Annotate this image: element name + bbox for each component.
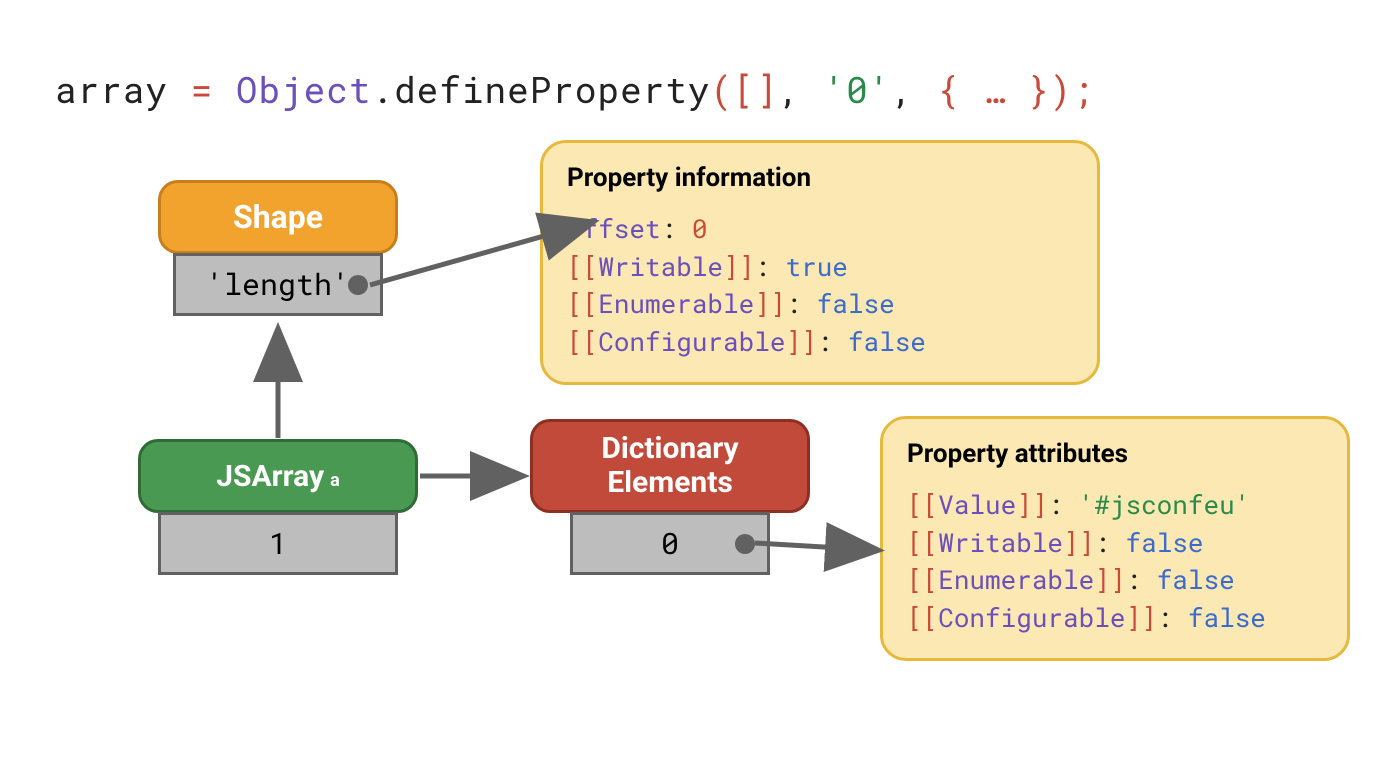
offset-line: Offset: 0 — [567, 211, 1073, 249]
attr-enumerable-key: Enumerable — [938, 563, 1094, 597]
code-arg1: [] — [733, 65, 778, 113]
shape-label: Shape — [233, 198, 323, 236]
property-information-title: Property information — [567, 163, 1073, 193]
attr-writable-val: false — [1125, 526, 1203, 560]
configurable-val: false — [848, 325, 926, 359]
attr-enumerable-val: false — [1157, 563, 1235, 597]
jsarray-value-cell: 1 — [158, 512, 398, 575]
jsarray-label: JSArray — [216, 459, 324, 494]
dictionary-elements-box: Dictionary Elements — [530, 419, 810, 513]
attr-configurable-key: Configurable — [938, 601, 1125, 635]
code-array: array — [55, 65, 168, 113]
shape-length-text: 'length' — [206, 265, 350, 304]
code-eq: = — [168, 65, 236, 113]
value-val: '#jsconfeu' — [1079, 488, 1251, 522]
enumerable-key: Enumerable — [598, 287, 754, 321]
dictionary-index-cell: 0 — [570, 512, 770, 575]
attr-writable-line: [[Writable]]: false — [907, 525, 1323, 563]
code-arg2: '0' — [824, 65, 892, 113]
writable-line: [[Writable]]: true — [567, 249, 1073, 287]
configurable-line: [[Configurable]]: false — [567, 324, 1073, 362]
attr-configurable-val: false — [1188, 601, 1266, 635]
dict-label-l1: Dictionary — [601, 432, 738, 467]
dict-label-l2: Elements — [601, 466, 738, 501]
writable-key: Writable — [598, 250, 723, 284]
configurable-key: Configurable — [598, 325, 785, 359]
jsarray-sublabel: a — [330, 470, 340, 491]
value-key: Value — [938, 488, 1016, 522]
pointer-dot-icon — [348, 275, 368, 295]
value-line: [[Value]]: '#jsconfeu' — [907, 487, 1323, 525]
property-attributes-panel: Property attributes [[Value]]: '#jsconfe… — [880, 416, 1350, 661]
dictionary-index: 0 — [661, 524, 679, 563]
code-c2: , — [891, 65, 936, 113]
property-attributes-title: Property attributes — [907, 439, 1323, 469]
attr-writable-key: Writable — [938, 526, 1063, 560]
jsarray-box: JSArray a — [138, 439, 418, 513]
attr-enumerable-line: [[Enumerable]]: false — [907, 562, 1323, 600]
code-dot: . — [371, 65, 394, 113]
code-arg3: { … } — [937, 65, 1050, 113]
code-line: array = Object.defineProperty([], '0', {… — [55, 65, 1095, 113]
jsarray-value: 1 — [269, 524, 287, 563]
code-lparen: ( — [711, 65, 734, 113]
pointer-dot-icon — [735, 534, 755, 554]
enumerable-line: [[Enumerable]]: false — [567, 286, 1073, 324]
attr-configurable-line: [[Configurable]]: false — [907, 600, 1323, 638]
code-object: Object — [236, 65, 372, 113]
code-c1: , — [778, 65, 823, 113]
property-information-panel: Property information Offset: 0 [[Writabl… — [540, 140, 1100, 385]
offset-key: Offset — [567, 212, 661, 246]
shape-box: Shape — [158, 180, 398, 254]
enumerable-val: false — [817, 287, 895, 321]
offset-val: 0 — [692, 212, 708, 246]
code-method: defineProperty — [394, 65, 710, 113]
writable-val: true — [785, 250, 847, 284]
code-rparen: ); — [1050, 65, 1095, 113]
shape-length-cell: 'length' — [173, 253, 383, 316]
